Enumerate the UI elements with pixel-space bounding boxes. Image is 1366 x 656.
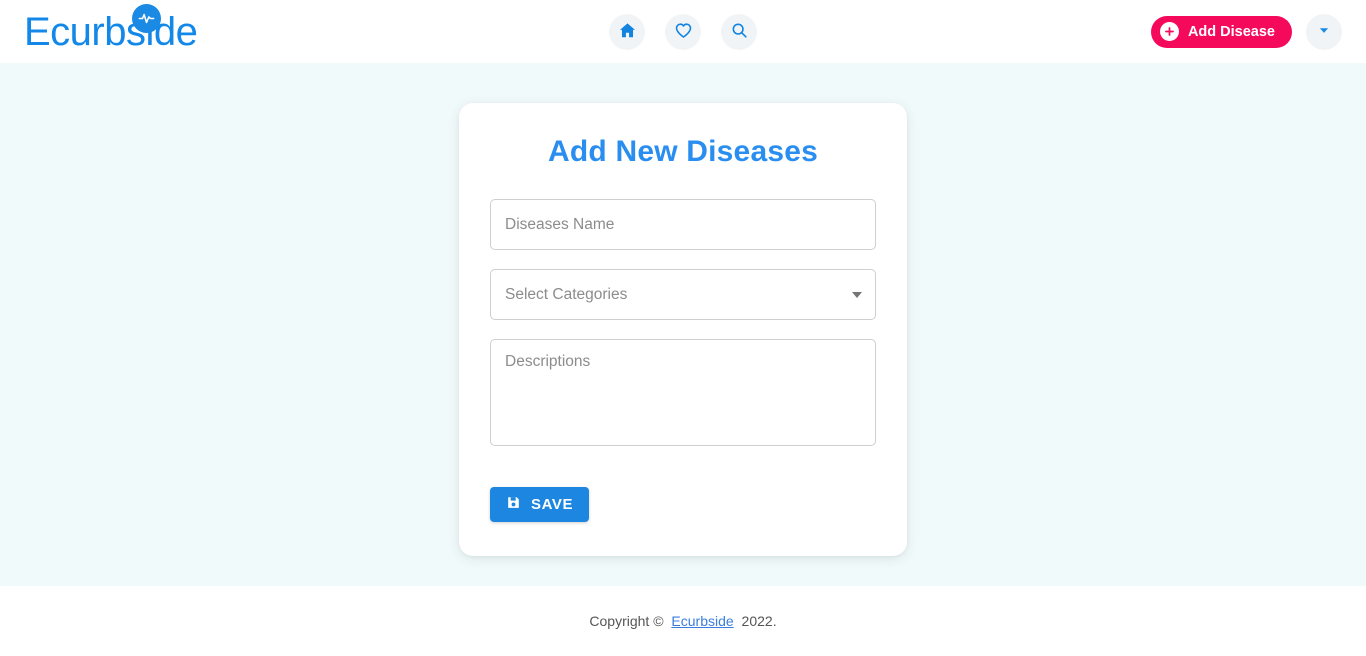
- nav-favorites-button[interactable]: [665, 13, 701, 50]
- nav-search-button[interactable]: [721, 13, 757, 50]
- disease-name-field: [490, 199, 876, 250]
- plus-circle-icon: [1159, 22, 1179, 41]
- header-actions: Add Disease: [1150, 13, 1342, 50]
- footer-brand-link[interactable]: Ecurbside: [671, 613, 733, 629]
- pulse-icon: [132, 3, 161, 33]
- search-icon: [730, 21, 749, 43]
- footer-copyright-suffix: 2022.: [737, 613, 777, 629]
- save-disk-icon: [506, 495, 521, 514]
- account-dropdown-button[interactable]: [1306, 13, 1342, 50]
- page-footer: Copyright © Ecurbside 2022.: [0, 586, 1366, 656]
- brand-logo-text-full: Ecurbside: [24, 9, 198, 54]
- save-button[interactable]: SAVE: [490, 487, 590, 522]
- nav-home-button[interactable]: [609, 13, 645, 50]
- heart-icon: [674, 21, 693, 43]
- descriptions-textarea[interactable]: [490, 339, 876, 446]
- categories-field: Select Categories: [490, 269, 876, 320]
- save-button-label: SAVE: [531, 496, 574, 513]
- page-title: Add New Diseases: [548, 135, 818, 168]
- add-disease-card: Add New Diseases Select Categories SAVE: [459, 103, 907, 556]
- top-header: Ecurbside Add Disease: [0, 0, 1366, 63]
- brand-logo-text: Ecurbside: [24, 9, 198, 54]
- add-disease-button[interactable]: Add Disease: [1150, 15, 1292, 48]
- home-icon: [618, 21, 637, 43]
- footer-copyright-prefix: Copyright ©: [589, 613, 668, 629]
- add-disease-label: Add Disease: [1187, 23, 1275, 40]
- chevron-down-icon: [1317, 23, 1331, 40]
- categories-select[interactable]: Select Categories: [490, 269, 876, 320]
- descriptions-field: [490, 339, 876, 446]
- brand-logo[interactable]: Ecurbside: [24, 3, 198, 54]
- disease-name-input[interactable]: [490, 199, 876, 250]
- categories-select-wrap: Select Categories: [490, 269, 876, 320]
- header-nav: [609, 13, 757, 50]
- main-content: Add New Diseases Select Categories SAVE: [0, 63, 1366, 586]
